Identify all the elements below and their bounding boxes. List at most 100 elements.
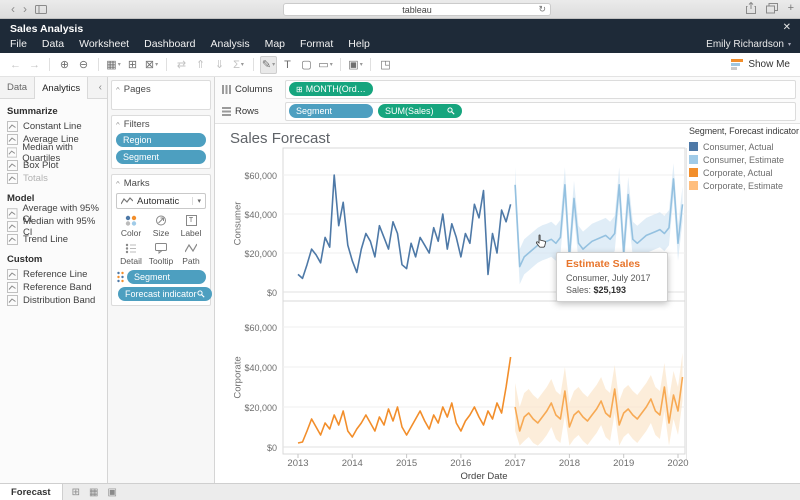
mark-labels-icon[interactable]: T [279, 56, 296, 74]
menu-analysis[interactable]: Analysis [210, 38, 249, 50]
marks-label: Marks [123, 178, 150, 189]
label-label: Label [180, 228, 202, 238]
filters-header[interactable]: ^ Filters [116, 119, 206, 130]
sidebar-item-distribution-band[interactable]: Distribution Band [7, 294, 107, 307]
marks-card: ^ Marks Automatic ▾ Color Size T Label D… [111, 174, 212, 306]
show-me-icon [731, 59, 744, 70]
sidebar-item-constant-line[interactable]: Constant Line [7, 120, 107, 133]
analytics-item-icon [7, 173, 18, 184]
browser-back-icon[interactable]: ‹ [7, 3, 19, 15]
x-tick-label: 2015 [395, 458, 418, 469]
mark-type-dropdown[interactable]: Automatic ▾ [116, 193, 206, 209]
rows-shelf-label: Rows [219, 106, 285, 117]
fit-edit-icon[interactable]: ▢ [298, 56, 315, 74]
path-label: Path [182, 256, 200, 266]
pill-sum-sales[interactable]: SUM(Sales) [378, 104, 462, 118]
marks-pill-forecast-indicator[interactable]: Forecast indicator [118, 287, 212, 301]
x-tick-label: 2020 [667, 458, 689, 469]
highlight-icon[interactable]: ✎ ▾ [260, 55, 277, 74]
tab-data[interactable]: Data [0, 77, 34, 98]
tooltip-mode-icon[interactable]: ◳ [377, 56, 394, 74]
browser-url-field[interactable]: tableau ↻ [283, 3, 551, 16]
pages-card: ^ Pages [111, 80, 211, 110]
sidebar-item-median-with-quartiles[interactable]: Median with Quartiles [7, 142, 107, 164]
filter-pill-segment[interactable]: Segment [116, 150, 206, 164]
tableau-window: ‹ › tableau ↻ + Sales Analysis ✕ File Dat… [0, 0, 800, 500]
marks-pill-segment[interactable]: Segment [127, 270, 206, 284]
view-labels-icon[interactable]: ▣ ▾ [347, 56, 364, 74]
swap-axes-icon[interactable]: ⇄ [173, 56, 190, 74]
x-axis-title: Order Date [460, 471, 508, 482]
undo-icon[interactable]: ← [7, 56, 24, 74]
sales-forecast-chart[interactable] [215, 124, 800, 488]
columns-shelf: Columns ⊞ MONTH(Order Date) [219, 79, 796, 99]
show-me-button[interactable]: Show Me [731, 59, 794, 70]
sort-ascending-icon[interactable]: ⇑ [192, 56, 209, 74]
sidebar-item-reference-band[interactable]: Reference Band [7, 281, 107, 294]
clear-sheet-icon[interactable]: ⊠ ▾ [143, 56, 160, 74]
menu-format[interactable]: Format [300, 38, 333, 50]
sidebar-item-totals[interactable]: Totals [7, 172, 107, 185]
browser-forward-icon[interactable]: › [19, 3, 31, 15]
analytics-item-icon [7, 134, 18, 145]
menu-help[interactable]: Help [348, 38, 370, 50]
rows-shelf: Rows Segment SUM(Sales) [219, 101, 796, 121]
shelves: Columns ⊞ MONTH(Order Date) Rows [215, 77, 800, 123]
pause-updates-icon[interactable]: ⊖ [75, 56, 92, 74]
browser-sidebar-icon[interactable] [31, 4, 51, 14]
new-worksheet-icon[interactable]: ⊞ [72, 487, 80, 498]
menu-bar: File Data Worksheet Dashboard Analysis Map For… [10, 38, 370, 50]
detail-icon [125, 243, 136, 254]
y-tick-label: $60,000 [244, 323, 277, 333]
viz-canvas: Sales Forecast Segment, Forecast indicat… [215, 123, 800, 483]
detail-button[interactable]: Detail [116, 243, 146, 266]
filter-pills: Region Segment [116, 133, 206, 164]
redo-icon[interactable]: → [26, 56, 43, 74]
analytics-item-icon [7, 282, 18, 293]
close-icon[interactable]: ✕ [783, 22, 791, 33]
sidebar-item-median-with-95-ci[interactable]: Median with 95% CI [7, 216, 107, 238]
label-button[interactable]: T Label [176, 215, 206, 238]
browser-tabs-icon[interactable] [765, 2, 778, 14]
collapse-pane-icon[interactable]: ‹ [94, 77, 107, 98]
toolbar-separator [253, 58, 254, 71]
menu-dashboard[interactable]: Dashboard [144, 38, 195, 50]
add-datasource-icon[interactable]: ⊕ [56, 56, 73, 74]
duplicate-sheet-icon[interactable]: ⊞ [124, 56, 141, 74]
new-worksheet-icon[interactable]: ▦ ▾ [105, 56, 122, 74]
sheet-tab-forecast[interactable]: Forecast [0, 484, 63, 500]
collapse-icon: ^ [116, 85, 120, 94]
pill-segment[interactable]: Segment [289, 104, 373, 118]
columns-shelf-body[interactable]: ⊞ MONTH(Order Date) [285, 79, 796, 99]
size-button[interactable]: Size [146, 215, 176, 238]
filter-pill-region[interactable]: Region [116, 133, 206, 147]
sort-descending-icon[interactable]: ⇓ [211, 56, 228, 74]
marks-header[interactable]: ^ Marks [116, 178, 206, 189]
user-menu[interactable]: Emily Richardson ▾ [706, 39, 791, 50]
tooltip-button[interactable]: Tooltip [146, 243, 176, 266]
refresh-icon[interactable]: ↻ [538, 4, 546, 15]
share-icon[interactable] [745, 2, 756, 14]
x-tick-label: 2017 [504, 458, 526, 469]
new-tab-icon[interactable]: + [788, 2, 794, 14]
pill-text: SUM(Sales) [385, 106, 434, 116]
collapse-icon: ^ [116, 120, 120, 129]
pages-header[interactable]: ^ Pages [116, 84, 206, 95]
cell-size-icon[interactable]: ▭ ▾ [317, 56, 334, 74]
sidebar-item-reference-line[interactable]: Reference Line [7, 268, 107, 281]
tooltip-value: Sales: $25,193 [566, 285, 627, 295]
new-story-icon[interactable]: ▣ [107, 487, 116, 498]
tab-analytics[interactable]: Analytics [34, 77, 89, 99]
analytics-list: Summarize Constant Line Average Line Median… [0, 99, 107, 307]
toolbar-icons: ← → ⊕ ⊖ ▦ ▾ ⊞ ⊠ ▾ ⇄ ⇑ ⇓ Σ ▾ ✎ ▾ T ▢ ▭ ▾ ▣ ▾ ◳ [6, 55, 395, 74]
menu-worksheet[interactable]: Worksheet [79, 38, 129, 50]
totals-icon[interactable]: Σ ▾ [230, 56, 247, 74]
menu-map[interactable]: Map [265, 38, 285, 50]
new-dashboard-icon[interactable]: ▦ [89, 487, 98, 498]
menu-file[interactable]: File [10, 38, 27, 50]
rows-shelf-body[interactable]: Segment SUM(Sales) [285, 101, 796, 121]
color-button[interactable]: Color [116, 215, 146, 238]
pill-month-order-date[interactable]: ⊞ MONTH(Order Date) [289, 82, 373, 96]
menu-data[interactable]: Data [42, 38, 64, 50]
path-button[interactable]: Path [176, 243, 206, 266]
